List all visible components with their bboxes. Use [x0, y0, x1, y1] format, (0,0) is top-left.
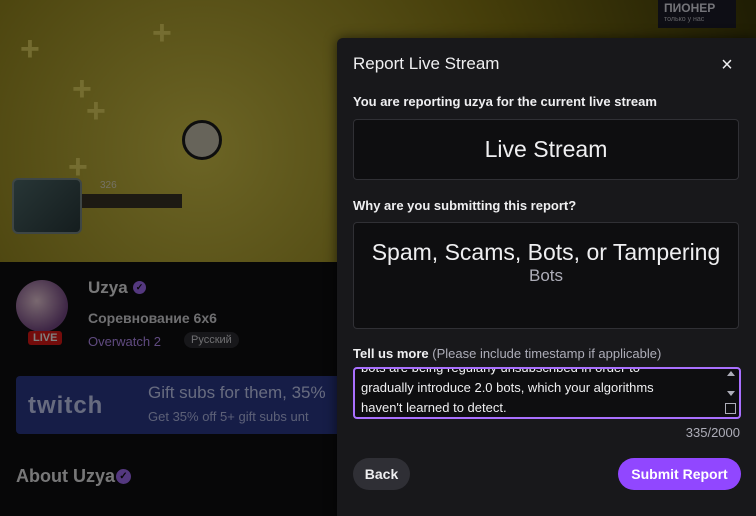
character-counter: 335/2000	[685, 425, 740, 440]
resize-handle-icon[interactable]	[725, 403, 736, 414]
report-modal: Report Live Stream × You are reporting u…	[337, 38, 756, 516]
details-label: Tell us more (Please include timestamp i…	[353, 346, 661, 361]
reporting-label: You are reporting uzya for the current l…	[353, 94, 657, 109]
back-button[interactable]: Back	[353, 458, 410, 490]
modal-title: Report Live Stream	[353, 54, 500, 73]
report-reason-option[interactable]: Spam, Scams, Bots, or Tampering Bots	[353, 222, 739, 329]
details-text: bots are being regularly unsubscribed in…	[361, 367, 654, 415]
details-label-title: Tell us more	[353, 346, 429, 361]
close-icon: ×	[721, 54, 733, 76]
submit-report-button[interactable]: Submit Report	[618, 458, 741, 490]
reason-label: Why are you submitting this report?	[353, 198, 577, 213]
report-target-option[interactable]: Live Stream	[353, 119, 739, 180]
details-label-hint: (Please include timestamp if applicable)	[432, 346, 662, 361]
reason-subcategory: Bots	[528, 266, 564, 285]
close-button[interactable]: ×	[716, 54, 738, 76]
details-textarea[interactable]: bots are being regularly unsubscribed in…	[353, 367, 741, 419]
scroll-down-arrow-icon[interactable]	[727, 391, 735, 396]
reason-category: Spam, Scams, Bots, or Tampering	[371, 239, 721, 265]
scroll-up-arrow-icon[interactable]	[727, 371, 735, 376]
